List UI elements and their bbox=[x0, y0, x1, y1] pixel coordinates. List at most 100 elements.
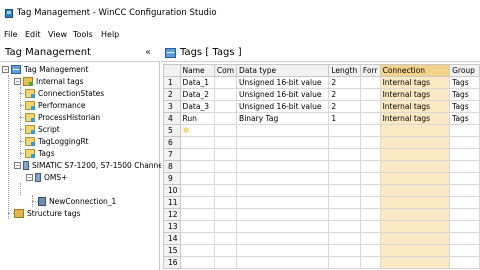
group-cell[interactable] bbox=[449, 220, 480, 233]
format-cell[interactable] bbox=[359, 124, 381, 137]
connection-cell[interactable] bbox=[379, 136, 451, 149]
name-cell[interactable] bbox=[179, 196, 215, 209]
collapse-icon[interactable]: − bbox=[2, 65, 9, 73]
format-cell[interactable] bbox=[359, 76, 381, 89]
length-cell[interactable] bbox=[328, 184, 361, 197]
name-cell[interactable] bbox=[179, 220, 215, 233]
row-number[interactable]: 4 bbox=[163, 112, 181, 125]
column-header-group[interactable]: Group bbox=[449, 64, 480, 77]
tree-item-newconnection-1[interactable]: NewConnection_1 bbox=[38, 195, 116, 207]
data-type-cell[interactable] bbox=[236, 196, 330, 209]
comment-cell[interactable] bbox=[213, 256, 238, 269]
format-cell[interactable] bbox=[359, 136, 381, 149]
connection-cell[interactable] bbox=[379, 148, 451, 161]
length-cell[interactable]: 1 bbox=[328, 112, 361, 125]
data-type-cell[interactable] bbox=[236, 172, 330, 185]
length-cell[interactable] bbox=[328, 256, 361, 269]
collapse-icon[interactable]: − bbox=[14, 161, 21, 169]
group-cell[interactable]: Tags bbox=[449, 88, 480, 101]
length-cell[interactable] bbox=[328, 220, 361, 233]
format-cell[interactable] bbox=[359, 208, 381, 221]
connection-cell[interactable] bbox=[379, 220, 451, 233]
data-type-cell[interactable]: Unsigned 16-bit value bbox=[236, 76, 330, 89]
group-cell[interactable] bbox=[449, 208, 480, 221]
comment-cell[interactable] bbox=[213, 232, 238, 245]
format-cell[interactable] bbox=[359, 100, 381, 113]
comment-cell[interactable] bbox=[213, 100, 238, 113]
name-cell[interactable]: Run bbox=[179, 112, 215, 125]
data-type-cell[interactable] bbox=[236, 208, 330, 221]
menu-view[interactable]: View bbox=[48, 30, 67, 39]
name-cell[interactable]: Data_3 bbox=[179, 100, 215, 113]
table-row[interactable]: 12 bbox=[163, 208, 480, 221]
connection-cell[interactable] bbox=[379, 256, 451, 269]
data-type-cell[interactable] bbox=[236, 220, 330, 233]
row-number[interactable]: 5 bbox=[163, 124, 181, 137]
row-number-header[interactable] bbox=[163, 64, 181, 77]
length-cell[interactable] bbox=[328, 196, 361, 209]
row-number[interactable]: 12 bbox=[163, 208, 181, 221]
tree-item-performance[interactable]: Performance bbox=[25, 99, 86, 111]
length-cell[interactable] bbox=[328, 136, 361, 149]
collapse-panel-icon[interactable]: « bbox=[145, 47, 151, 58]
name-cell[interactable]: ✲ bbox=[179, 124, 215, 137]
connection-cell[interactable] bbox=[379, 172, 451, 185]
connection-cell[interactable]: Internal tags bbox=[379, 100, 451, 113]
menu-help[interactable]: Help bbox=[101, 30, 119, 39]
name-cell[interactable] bbox=[179, 256, 215, 269]
length-cell[interactable] bbox=[328, 124, 361, 137]
group-cell[interactable]: Tags bbox=[449, 76, 480, 89]
connection-cell[interactable] bbox=[379, 124, 451, 137]
data-type-cell[interactable]: Binary Tag bbox=[236, 112, 330, 125]
length-cell[interactable] bbox=[328, 160, 361, 173]
format-cell[interactable] bbox=[359, 256, 381, 269]
name-cell[interactable] bbox=[179, 232, 215, 245]
comment-cell[interactable] bbox=[213, 148, 238, 161]
connection-cell[interactable]: Internal tags bbox=[379, 88, 451, 101]
table-row[interactable]: 16 bbox=[163, 256, 480, 269]
collapse-icon[interactable]: − bbox=[14, 77, 21, 85]
comment-cell[interactable] bbox=[213, 124, 238, 137]
column-header-connection[interactable]: Connection bbox=[379, 64, 451, 77]
length-cell[interactable] bbox=[328, 172, 361, 185]
row-number[interactable]: 15 bbox=[163, 244, 181, 257]
connection-cell[interactable] bbox=[379, 196, 451, 209]
group-cell[interactable] bbox=[449, 244, 480, 257]
table-row[interactable]: 8 bbox=[163, 160, 480, 173]
connection-cell[interactable]: Internal tags bbox=[379, 112, 451, 125]
format-cell[interactable] bbox=[359, 148, 381, 161]
group-cell[interactable] bbox=[449, 256, 480, 269]
format-cell[interactable] bbox=[359, 244, 381, 257]
name-cell[interactable] bbox=[179, 160, 215, 173]
row-number[interactable]: 8 bbox=[163, 160, 181, 173]
data-type-cell[interactable] bbox=[236, 244, 330, 257]
length-cell[interactable] bbox=[328, 148, 361, 161]
tree-item-connectionstates[interactable]: ConnectionStates bbox=[25, 87, 104, 99]
name-cell[interactable] bbox=[179, 172, 215, 185]
comment-cell[interactable] bbox=[213, 172, 238, 185]
tree-item-script[interactable]: Script bbox=[25, 123, 60, 135]
row-number[interactable]: 7 bbox=[163, 148, 181, 161]
length-cell[interactable]: 2 bbox=[328, 76, 361, 89]
group-cell[interactable] bbox=[449, 172, 480, 185]
table-row[interactable]: 9 bbox=[163, 172, 480, 185]
row-number[interactable]: 14 bbox=[163, 232, 181, 245]
format-cell[interactable] bbox=[359, 220, 381, 233]
name-cell[interactable] bbox=[179, 148, 215, 161]
length-cell[interactable] bbox=[328, 232, 361, 245]
tree-item-tag-management[interactable]: − Tag Management bbox=[2, 63, 89, 75]
group-cell[interactable] bbox=[449, 232, 480, 245]
comment-cell[interactable] bbox=[213, 76, 238, 89]
length-cell[interactable]: 2 bbox=[328, 88, 361, 101]
format-cell[interactable] bbox=[359, 112, 381, 125]
row-number[interactable]: 3 bbox=[163, 100, 181, 113]
table-row[interactable]: 1 Data_1 Unsigned 16-bit value 2 Internal ta… bbox=[163, 76, 480, 89]
format-cell[interactable] bbox=[359, 196, 381, 209]
tree-item-simatic-channel[interactable]: − SIMATIC S7-1200, S7-1500 Channel bbox=[14, 159, 165, 171]
group-cell[interactable] bbox=[449, 136, 480, 149]
connection-cell[interactable] bbox=[379, 244, 451, 257]
table-row[interactable]: 7 bbox=[163, 148, 480, 161]
name-cell[interactable]: Data_2 bbox=[179, 88, 215, 101]
table-row[interactable]: 11 bbox=[163, 196, 480, 209]
column-header-length[interactable]: Length bbox=[328, 64, 361, 77]
